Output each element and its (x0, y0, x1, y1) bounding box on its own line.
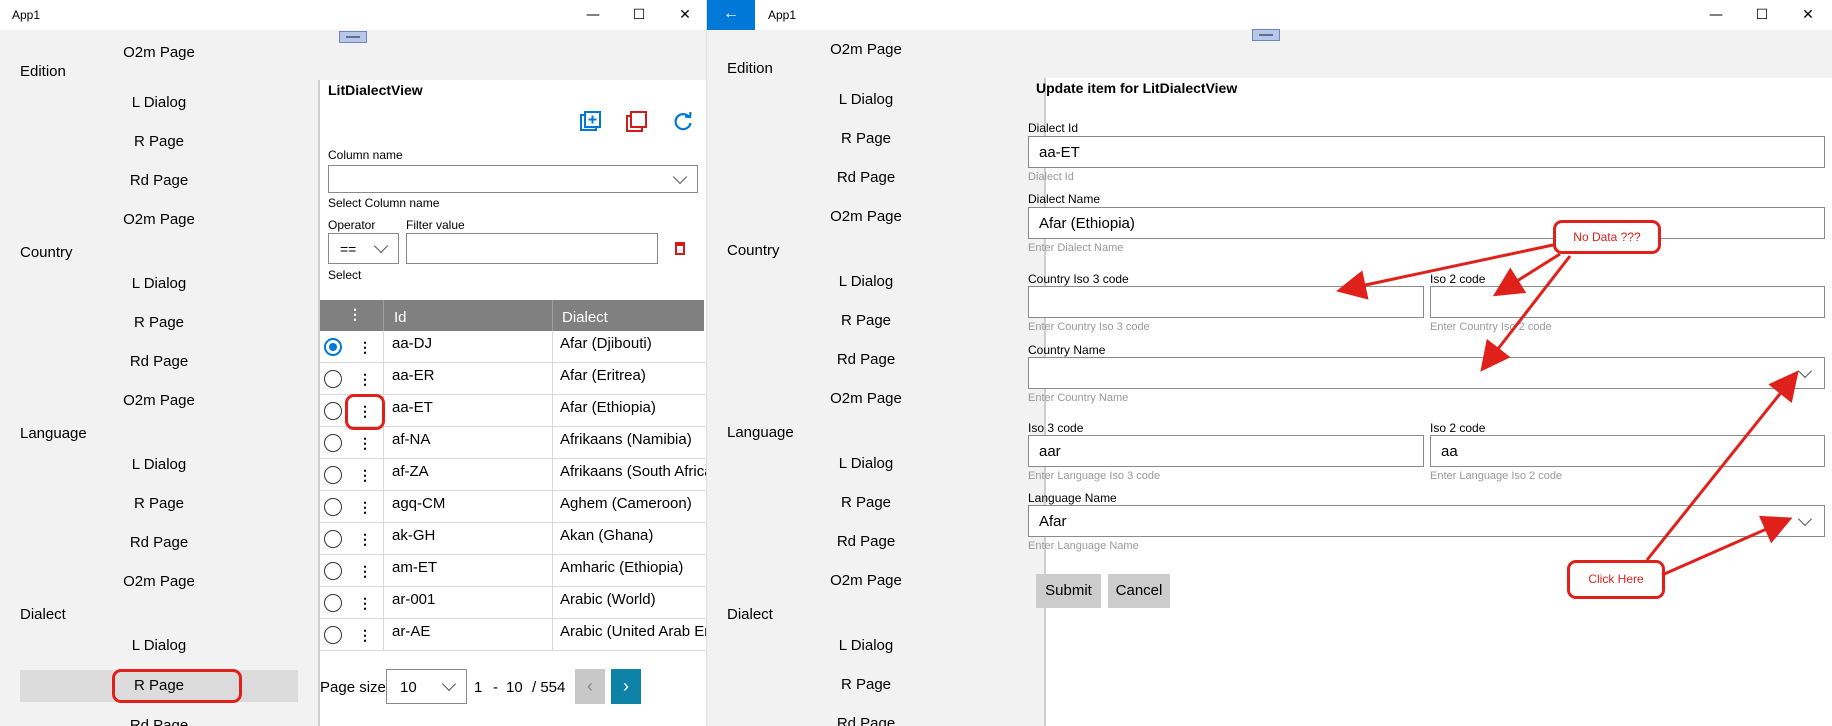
annotation-arrows (1336, 243, 1799, 577)
no-data-arrows (1336, 243, 1572, 372)
click-here-arrows (1645, 370, 1799, 577)
